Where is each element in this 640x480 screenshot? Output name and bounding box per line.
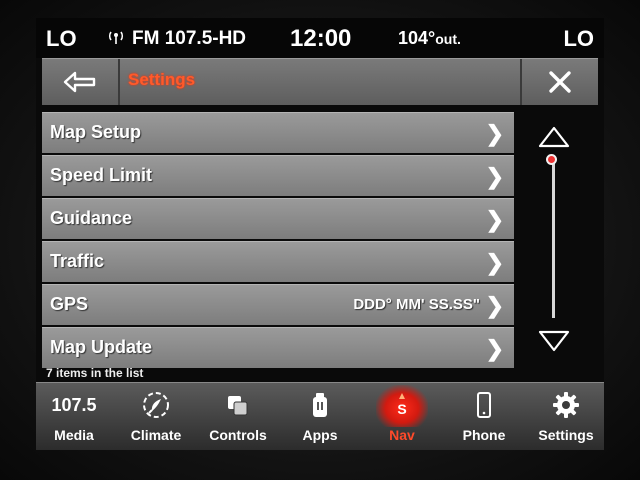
- driver-temp-setting[interactable]: LO: [46, 26, 77, 52]
- status-bar: LO FM 107.5-HD 12:00 104°out. LO: [36, 18, 604, 58]
- chevron-right-icon: ❯: [485, 207, 504, 232]
- chevron-right-icon: ❯: [485, 121, 504, 146]
- media-source-value: 107.5: [51, 394, 97, 415]
- list-item-speed-limit[interactable]: Speed Limit ❯: [42, 155, 514, 196]
- passenger-temp-setting[interactable]: LO: [563, 26, 594, 52]
- nav-phone[interactable]: Phone: [448, 383, 520, 450]
- chevron-right-icon: ❯: [485, 250, 504, 275]
- climate-fan-icon: [120, 391, 192, 419]
- list-item-count: 7 items in the list: [46, 366, 144, 380]
- list-item-map-update[interactable]: Map Update ❯: [42, 327, 514, 368]
- nav-label: Apps: [302, 427, 338, 443]
- chevron-right-icon: ❯: [485, 293, 504, 318]
- nav-label: Phone: [462, 427, 506, 443]
- list-item-label: Guidance: [50, 208, 133, 228]
- list-item-label: Map Update: [50, 337, 153, 357]
- bottom-nav-bar: 107.5 Media Climate Controls Apps S Nav …: [36, 382, 604, 450]
- list-item-traffic[interactable]: Traffic ❯: [42, 241, 514, 282]
- nav-climate[interactable]: Climate: [120, 383, 192, 450]
- nav-settings[interactable]: Settings: [530, 383, 602, 450]
- radio-station[interactable]: FM 107.5-HD: [132, 28, 246, 50]
- scroll-up-button[interactable]: [536, 122, 572, 150]
- phone-icon: [448, 391, 520, 419]
- nav-media[interactable]: 107.5 Media: [38, 383, 110, 450]
- back-button[interactable]: [42, 59, 120, 105]
- triangle-up-icon: [538, 126, 570, 148]
- list-item-label: Speed Limit: [50, 165, 153, 185]
- list-item-map-setup[interactable]: Map Setup ❯: [42, 112, 514, 153]
- list-item-label: Map Setup: [50, 122, 142, 142]
- chevron-right-icon: ❯: [485, 164, 504, 189]
- nav-controls[interactable]: Controls: [202, 383, 274, 450]
- controls-icon: [202, 391, 274, 419]
- nav-label: Controls: [209, 427, 267, 443]
- settings-header: Settings: [42, 58, 598, 105]
- clock: 12:00: [290, 25, 352, 52]
- settings-list: Map Setup ❯ Speed Limit ❯ Guidance ❯ Tra…: [42, 112, 514, 370]
- scroll-down-button[interactable]: [536, 326, 572, 354]
- page-title: Settings: [128, 70, 196, 89]
- list-item-label: GPS: [50, 294, 89, 314]
- nav-label: Settings: [538, 427, 594, 443]
- nav-apps[interactable]: Apps: [284, 383, 356, 450]
- chevron-right-icon: ❯: [485, 336, 504, 361]
- list-item-guidance[interactable]: Guidance ❯: [42, 198, 514, 239]
- outside-temperature: 104°out.: [398, 28, 461, 49]
- scrollbar-track[interactable]: [552, 158, 555, 318]
- radio-signal-icon: [108, 30, 124, 47]
- back-arrow-icon: [63, 71, 96, 93]
- temperature-value: 104°: [398, 28, 436, 48]
- nav-label: Media: [54, 427, 94, 443]
- nav-icon-letter: S: [397, 401, 406, 417]
- touchscreen: LO FM 107.5-HD 12:00 104°out. LO Setting…: [36, 18, 604, 450]
- scrollbar-thumb[interactable]: [546, 154, 557, 165]
- nav-label: Climate: [130, 427, 182, 443]
- gear-icon: [530, 391, 602, 419]
- nav-label: Nav: [389, 427, 415, 443]
- close-button[interactable]: [520, 59, 598, 105]
- navigation-icon: S: [366, 391, 438, 419]
- gps-format-value: DDD° MM' SS.SS": [353, 296, 480, 313]
- triangle-down-icon: [538, 330, 570, 352]
- close-icon: [549, 71, 571, 93]
- list-item-label: Traffic: [50, 251, 105, 271]
- list-item-gps[interactable]: GPS DDD° MM' SS.SS" ❯: [42, 284, 514, 325]
- apps-icon: [284, 391, 356, 419]
- temperature-unit: out.: [435, 31, 461, 47]
- nav-nav[interactable]: S Nav: [366, 383, 438, 450]
